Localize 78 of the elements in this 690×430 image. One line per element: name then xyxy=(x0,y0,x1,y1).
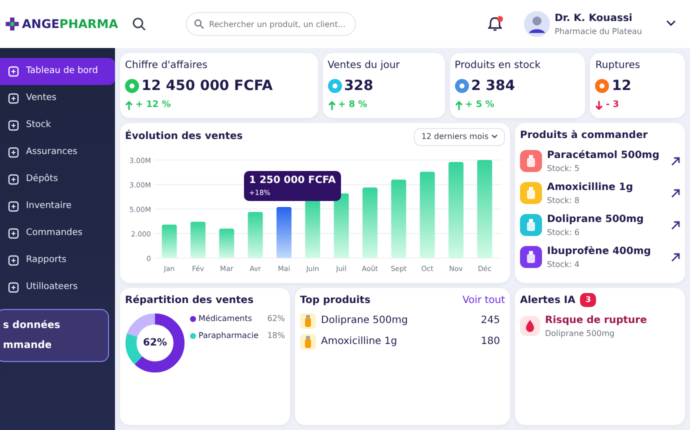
product-name: Amoxicilline 1g xyxy=(547,180,634,194)
alert-title: Risque de rupture xyxy=(545,314,647,328)
sidebar-item[interactable]: Stock xyxy=(0,112,115,139)
sidebar-item[interactable]: Commandes xyxy=(0,220,115,247)
kpi-title: Produits en stock xyxy=(454,59,542,73)
legend-label: Médicaments xyxy=(198,312,254,324)
pharmacy-name: Pharmacie du Plateau xyxy=(554,26,642,38)
medicine-bottle-icon xyxy=(300,312,316,328)
notification-button[interactable] xyxy=(488,16,502,32)
product-name: Doliprane 500mg xyxy=(321,314,409,328)
product-name: Amoxicilline 1g xyxy=(321,335,398,349)
product-name: Ibuprofène 400mg xyxy=(547,244,652,258)
kpi-change: + 12 % xyxy=(136,99,171,112)
alert-count: 3 xyxy=(580,293,596,307)
kpi-change: - 3 xyxy=(606,99,620,112)
kpi-title: Chiffre d'affaires xyxy=(125,59,208,73)
alerts-title: Alertes IA xyxy=(520,294,576,308)
chart-title: Évolution des ventes xyxy=(125,129,243,144)
bell-icon xyxy=(488,16,502,32)
menu-item-icon xyxy=(8,147,19,158)
kpi-change: + 5 % xyxy=(465,99,494,112)
stock-count: Stock: 4 xyxy=(547,258,580,270)
arrow-up-right-icon xyxy=(671,220,680,230)
legend-share: 62% xyxy=(267,312,285,324)
order-title: Produits à commander xyxy=(520,128,649,142)
search-field[interactable]: Rechercher un produit, un client... xyxy=(186,12,356,36)
menu-item-icon xyxy=(8,174,19,185)
legend-share: 18% xyxy=(267,330,285,342)
medicine-bottle-icon xyxy=(300,334,316,350)
promo-text: s données xyxy=(3,319,62,333)
menu-item-icon xyxy=(8,282,19,293)
product-name: Paracétamol 500mg xyxy=(547,148,660,162)
brand-name: ANGEPHARMA xyxy=(22,16,118,33)
kpi-value: 12 xyxy=(612,76,632,96)
top-products-title: Top produits xyxy=(300,294,370,308)
sidebar-item[interactable]: Utilloateers xyxy=(0,274,115,301)
sidebar-item[interactable]: Assurances xyxy=(0,139,115,166)
sales-count: 180 xyxy=(480,335,500,349)
search-icon xyxy=(132,17,146,31)
menu-item-icon xyxy=(8,66,19,77)
menu-item-icon xyxy=(8,201,19,212)
sidebar-item[interactable]: Inventaire xyxy=(0,193,115,220)
sidebar-item[interactable]: Dépôts xyxy=(0,166,115,193)
period-dropdown[interactable]: 12 derniers mois xyxy=(414,128,505,146)
kpi-value: 328 xyxy=(344,76,374,96)
kpi-change: + 8 % xyxy=(338,99,368,112)
tooltip-value: 1 250 000 FCFA xyxy=(249,174,336,188)
sidebar-item[interactable]: Tableau de bord xyxy=(0,58,115,85)
user-name: Dr. K. Kouassi xyxy=(554,12,634,26)
stock-count: Stock: 6 xyxy=(547,226,580,238)
product-name: Doliprane 500mg xyxy=(547,212,645,226)
alert-drop-icon xyxy=(520,316,540,336)
avatar-icon xyxy=(524,11,550,37)
chevron-down-icon xyxy=(491,134,498,139)
legend-label: Parapharmacie xyxy=(198,330,260,342)
arrow-up-right-icon xyxy=(671,156,680,166)
alert-detail: Doliprane 500mg xyxy=(545,328,616,340)
kpi-title: Ventes du jour xyxy=(328,59,401,73)
stock-count: Stock: 8 xyxy=(547,194,580,206)
chevron-down-icon xyxy=(666,20,676,28)
menu-item-icon xyxy=(8,255,19,266)
sidebar-item[interactable]: Ventes xyxy=(0,85,115,112)
donut-center-value: 62% xyxy=(143,336,167,350)
distribution-title: Répartition des ventes xyxy=(125,294,255,308)
kpi-value: 12 450 000 FCFA xyxy=(142,76,273,96)
kpi-value: 2 384 xyxy=(471,76,516,96)
sidebar-item[interactable]: Rapports xyxy=(0,247,115,274)
kpi-title: Ruptures xyxy=(595,59,642,73)
search-icon xyxy=(194,19,204,29)
menu-item-icon xyxy=(8,120,19,131)
sales-count: 245 xyxy=(480,314,500,328)
menu-item-icon xyxy=(8,93,19,104)
stock-count: Stock: 5 xyxy=(547,162,580,174)
see-all-link[interactable]: Voir tout xyxy=(462,292,505,308)
promo-text: mmande xyxy=(3,339,53,353)
menu-item-icon xyxy=(8,228,19,239)
arrow-up-right-icon xyxy=(671,188,680,198)
arrow-up-right-icon xyxy=(671,252,680,262)
